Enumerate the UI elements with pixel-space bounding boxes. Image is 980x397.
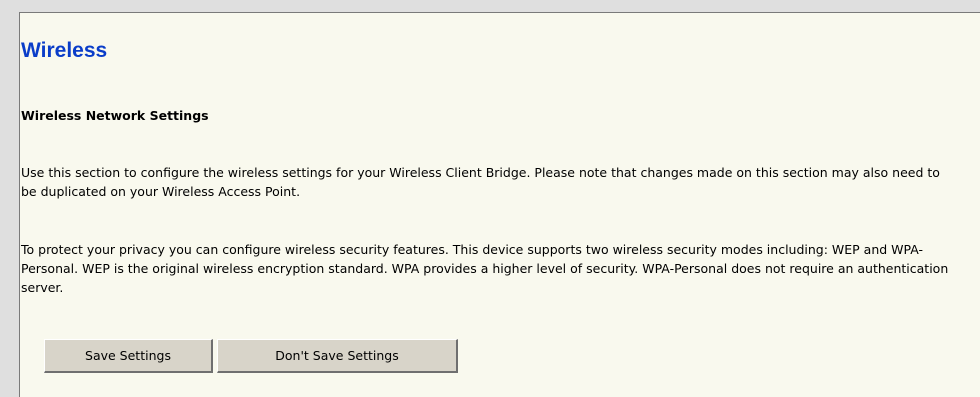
intro-paragraph: Use this section to configure the wirele… xyxy=(21,165,940,199)
page-title: Wireless xyxy=(21,39,108,62)
page-background: Wireless Wireless Network Settings Use t… xyxy=(0,0,980,397)
dont-save-settings-button[interactable]: Don't Save Settings xyxy=(217,339,458,373)
save-settings-button[interactable]: Save Settings xyxy=(44,339,213,373)
security-paragraph: To protect your privacy you can configur… xyxy=(21,242,949,295)
section-subtitle: Wireless Network Settings xyxy=(21,108,209,123)
